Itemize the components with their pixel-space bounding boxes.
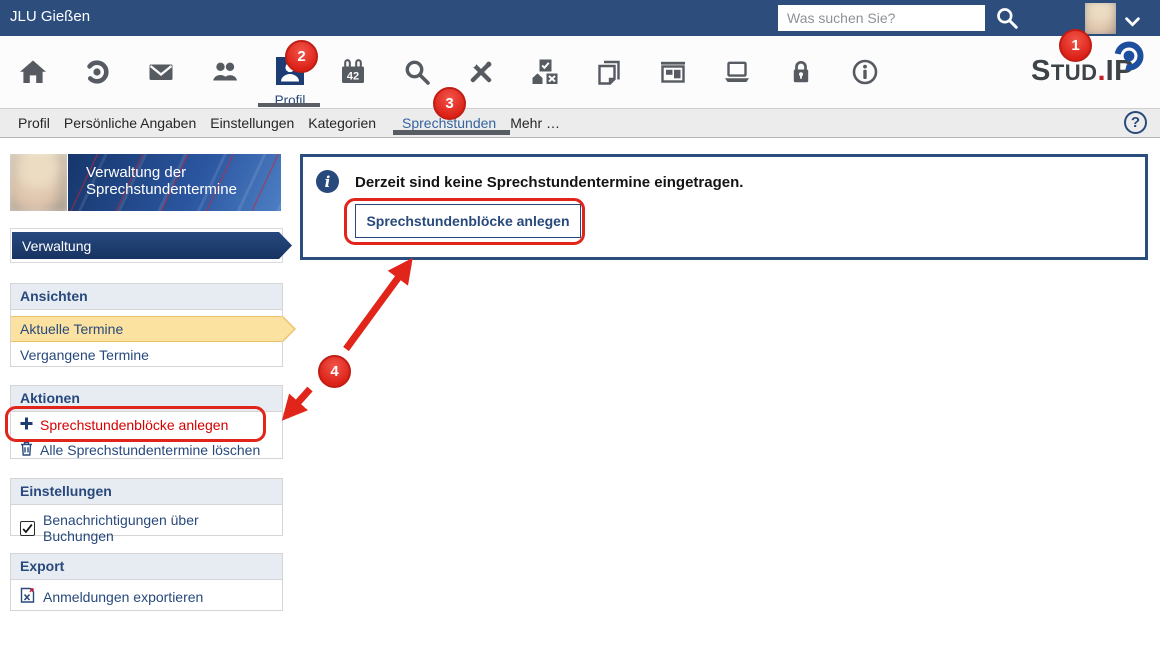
sidebar-widget-export: Export Anmeldungen exportieren: [10, 553, 283, 611]
logo-text: TUD: [1051, 60, 1098, 85]
sidebar-context-banner: Verwaltung der Sprechstundentermine: [68, 154, 281, 211]
tab-label: Sprechstunden: [402, 115, 496, 131]
studip-spiral-icon: [1112, 39, 1146, 78]
widget-title: Ansichten: [11, 284, 282, 310]
active-nav-underline: [258, 103, 320, 107]
info-message-box: i Derzeit sind keine Sprechstundentermin…: [300, 154, 1148, 260]
annotation-badge-4: 4: [318, 355, 351, 388]
avatar-image: [10, 154, 67, 211]
sidebar-context-title: Verwaltung der Sprechstundentermine: [86, 164, 237, 198]
sidebar-nav-banner-frame: Verwaltung: [10, 228, 283, 263]
top-bar: JLU Gießen: [0, 0, 1160, 36]
empty-state-message: Derzeit sind keine Sprechstundentermine …: [355, 174, 743, 191]
community-icon[interactable]: [197, 57, 253, 87]
sidebar-item-aktuelle-termine[interactable]: Aktuelle Termine: [11, 316, 282, 342]
item-label: Vergangene Termine: [20, 347, 149, 363]
action-export-anmeldungen[interactable]: Anmeldungen exportieren: [11, 580, 282, 613]
profile-icon: [276, 57, 304, 85]
info-nav-icon[interactable]: [837, 57, 893, 87]
action-create-sprechstundenbloecke[interactable]: Sprechstundenblöcke anlegen: [11, 412, 282, 437]
tab-profil[interactable]: Profil: [11, 109, 57, 137]
sidebar-widget-einstellungen: Einstellungen Benachrichtigungen über Bu…: [10, 478, 283, 536]
main-toolbar: Profil 42 STUD.IP: [0, 36, 1160, 108]
search-nav-icon[interactable]: [389, 57, 445, 87]
arrow-to-sidebar-action: [286, 389, 310, 416]
avatar-image: [1085, 3, 1116, 34]
sidebar-nav-verwaltung[interactable]: Verwaltung: [12, 232, 292, 259]
tab-label: Mehr …: [510, 115, 560, 131]
tab-einstellungen[interactable]: Einstellungen: [203, 109, 301, 137]
action-label: Sprechstundenblöcke anlegen: [40, 417, 228, 433]
logo-dot: .: [1098, 55, 1106, 87]
widget-title: Einstellungen: [11, 479, 282, 505]
tools-icon[interactable]: [453, 57, 509, 87]
tab-persoenliche-angaben[interactable]: Persönliche Angaben: [57, 109, 203, 137]
spiral-courses-icon[interactable]: [69, 57, 125, 87]
tab-mehr[interactable]: Mehr …: [503, 109, 567, 137]
action-label: Alle Sprechstundentermine löschen: [40, 442, 260, 458]
search-icon: [995, 18, 1019, 33]
setting-label: Benachrichtigungen über Buchungen: [43, 512, 273, 544]
widget-title: Aktionen: [11, 386, 282, 412]
sidebar-widget-ansichten: Ansichten Aktuelle Termine Vergangene Te…: [10, 283, 283, 367]
questionnaires-icon[interactable]: [517, 57, 573, 87]
info-icon: i: [316, 170, 339, 193]
schedule-calendar-icon[interactable]: 42: [325, 57, 381, 87]
lock-icon[interactable]: [773, 57, 829, 87]
plus-icon: [20, 417, 33, 433]
user-avatar[interactable]: [1085, 3, 1116, 34]
tab-label: Einstellungen: [210, 115, 294, 131]
search-input[interactable]: [778, 5, 985, 31]
mail-icon[interactable]: [133, 57, 189, 87]
widget-title: Export: [11, 554, 282, 580]
export-file-icon: [20, 587, 35, 606]
studip-page: JLU Gießen Profil: [0, 0, 1160, 645]
action-delete-all-termine[interactable]: Alle Sprechstundentermine löschen: [11, 437, 282, 463]
action-label: Anmeldungen exportieren: [43, 589, 203, 605]
files-icon[interactable]: [581, 57, 637, 87]
profile-tab-bar: Profil Persönliche Angaben Einstellungen…: [0, 108, 1160, 138]
home-icon[interactable]: [5, 57, 61, 87]
tab-label: Profil: [18, 115, 50, 131]
organization-name: JLU Gießen: [10, 8, 90, 25]
help-icon[interactable]: ?: [1124, 111, 1147, 134]
bulletin-board-icon[interactable]: [645, 57, 701, 87]
chevron-down-icon[interactable]: [1125, 14, 1140, 32]
trash-icon: [20, 441, 33, 459]
profile-nav-item[interactable]: Profil: [262, 57, 318, 108]
logo-text: S: [1031, 55, 1051, 87]
sidebar-profile-photo: [10, 154, 67, 211]
tab-kategorien[interactable]: Kategorien: [301, 109, 383, 137]
studip-logo[interactable]: STUD.IP: [1031, 55, 1134, 88]
create-sprechstundenbloecke-button[interactable]: Sprechstundenblöcke anlegen: [355, 204, 581, 238]
setting-benachrichtigungen[interactable]: Benachrichtigungen über Buchungen: [11, 505, 282, 551]
tab-label: Persönliche Angaben: [64, 115, 196, 131]
sidebar-widget-aktionen: Aktionen Sprechstundenblöcke anlegen All…: [10, 385, 283, 459]
search-button[interactable]: [994, 6, 1020, 30]
arrow-to-create-button: [346, 263, 409, 349]
laptop-icon[interactable]: [709, 57, 765, 87]
checkbox-checked-icon[interactable]: [20, 521, 35, 536]
tab-sprechstunden[interactable]: Sprechstunden: [395, 109, 503, 137]
tab-label: Kategorien: [308, 115, 376, 131]
sidebar-item-vergangene-termine[interactable]: Vergangene Termine: [11, 342, 282, 367]
item-label: Aktuelle Termine: [20, 321, 123, 337]
svg-text:42: 42: [347, 71, 359, 83]
